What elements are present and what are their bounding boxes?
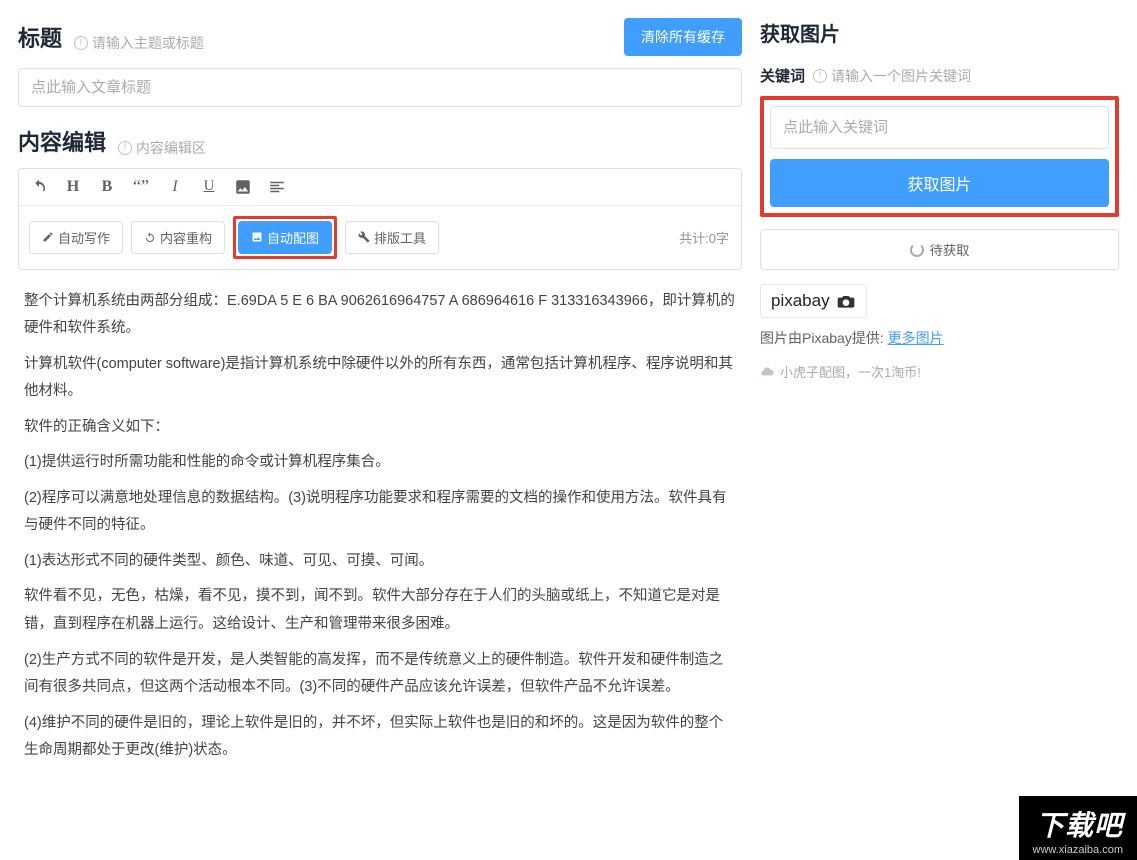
image-provider-row: 图片由Pixabay提供: 更多图片	[760, 328, 1119, 348]
fetch-image-button[interactable]: 获取图片	[770, 159, 1109, 207]
action-toolbar: 自动写作 内容重构 自动配图 排版工具 共计:0字	[19, 206, 741, 269]
content-paragraph: (2)程序可以满意地处理信息的数据结构。(3)说明程序功能要求和程序需要的文档的…	[24, 485, 736, 540]
bold-button[interactable]: B	[97, 177, 117, 197]
title-header: 标题 ! 请输入主题或标题 清除所有缓存	[18, 18, 742, 56]
keyword-highlight-box: 获取图片	[760, 96, 1119, 217]
content-paragraph: (2)生产方式不同的软件是开发，是人类智能的高发挥，而不是传统意义上的硬件制造。…	[24, 647, 736, 702]
camera-icon	[836, 294, 856, 308]
image-icon[interactable]	[233, 177, 253, 197]
content-paragraph: 计算机软件(computer software)是指计算机系统中除硬件以外的所有…	[24, 351, 736, 406]
content-paragraph: (1)提供运行时所需功能和性能的命令或计算机程序集合。	[24, 449, 736, 477]
undo-icon[interactable]	[29, 177, 49, 197]
underline-button[interactable]: U	[199, 177, 219, 197]
content-paragraph: 软件看不见，无色，枯燥，看不见，摸不到，闻不到。软件大部分存在于人们的头脑或纸上…	[24, 583, 736, 638]
heading-button[interactable]: H	[63, 177, 83, 197]
format-toolbar: H B “” I U	[19, 169, 741, 206]
keyword-input[interactable]	[770, 106, 1109, 149]
quote-button[interactable]: “”	[131, 177, 151, 197]
content-paragraph: (1)表达形式不同的硬件类型、颜色、味道、可见、可摸、可闻。	[24, 548, 736, 576]
keyword-hint: ! 请输入一个图片关键词	[813, 66, 971, 86]
content-paragraph: 软件的正确含义如下：	[24, 414, 736, 442]
pixabay-badge: pixabay	[760, 284, 867, 318]
align-icon[interactable]	[267, 177, 287, 197]
content-paragraph: (4)维护不同的硬件是旧的，理论上软件是旧的，并不坏，但实际上软件也是旧的和坏的…	[24, 710, 736, 765]
auto-image-button[interactable]: 自动配图	[238, 221, 332, 254]
content-paragraph: 整个计算机系统由两部分组成：E.69DA 5 E 6 BA 9062616964…	[24, 288, 736, 343]
cloud-icon	[760, 365, 774, 379]
restructure-button[interactable]: 内容重构	[131, 221, 225, 254]
keyword-label: 关键词	[760, 65, 805, 86]
watermark: 下载吧 www.xiazaiba.com	[1019, 796, 1137, 860]
pending-button[interactable]: 待获取	[760, 229, 1119, 270]
content-edit-hint: ! 内容编辑区	[118, 138, 206, 158]
title-section-label: 标题	[18, 21, 62, 53]
info-icon: !	[813, 69, 827, 83]
word-count: 共计:0字	[679, 228, 729, 247]
tip-row: 小虎子配图，一次1淘币!	[760, 362, 1119, 381]
editor-container: H B “” I U 自动写作 内容重构	[18, 168, 742, 270]
info-icon: !	[118, 141, 132, 155]
info-icon: !	[74, 36, 88, 50]
more-images-link[interactable]: 更多图片	[888, 330, 944, 346]
auto-image-highlight: 自动配图	[233, 216, 337, 259]
layout-tool-button[interactable]: 排版工具	[345, 221, 439, 254]
fetch-image-title: 获取图片	[760, 18, 1119, 47]
article-title-input[interactable]	[18, 68, 742, 107]
spinner-icon	[910, 243, 924, 257]
article-content[interactable]: 整个计算机系统由两部分组成：E.69DA 5 E 6 BA 9062616964…	[18, 270, 742, 783]
clear-cache-button[interactable]: 清除所有缓存	[624, 18, 742, 56]
auto-write-button[interactable]: 自动写作	[29, 221, 123, 254]
title-hint: ! 请输入主题或标题	[74, 33, 204, 53]
content-edit-label: 内容编辑	[18, 125, 106, 157]
italic-button[interactable]: I	[165, 177, 185, 197]
